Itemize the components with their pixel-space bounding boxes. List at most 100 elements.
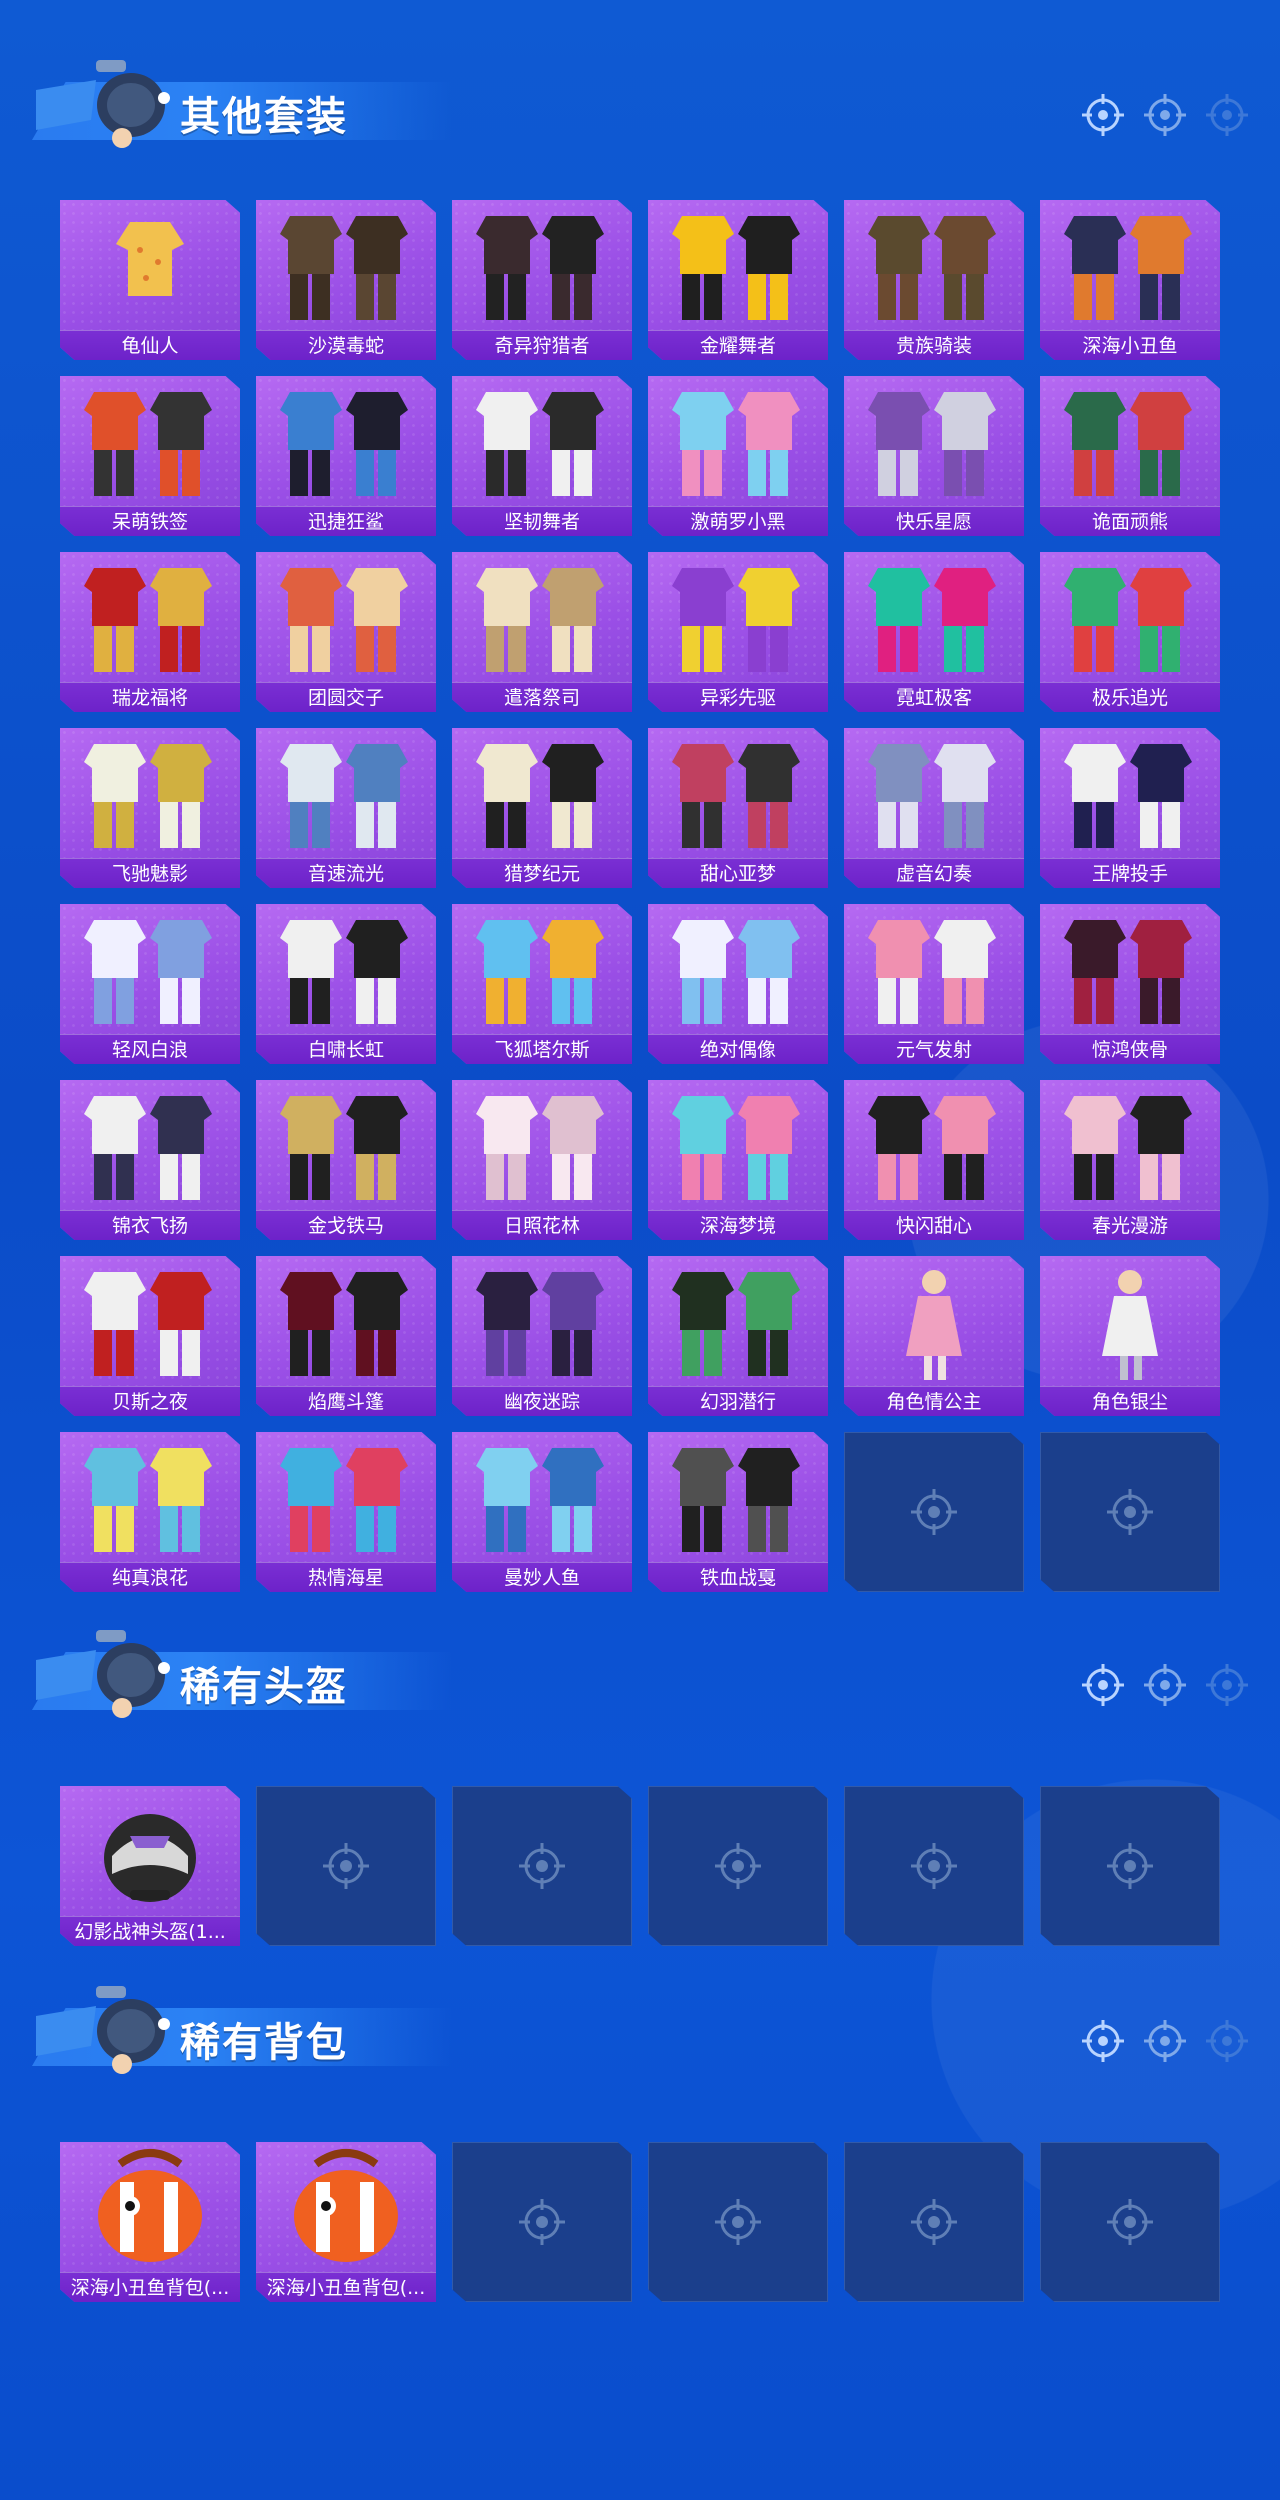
- item-card[interactable]: 猎梦纪元: [452, 728, 632, 888]
- item-art-image: [476, 1096, 604, 1200]
- item-card[interactable]: 金戈铁马: [256, 1080, 436, 1240]
- header-target-icons: [1080, 92, 1250, 138]
- item-card[interactable]: 甜心亚梦: [648, 728, 828, 888]
- crosshair-icon: [323, 1843, 369, 1889]
- item-art-image: [104, 1814, 196, 1902]
- item-label: 飞狐塔尔斯: [452, 1034, 632, 1064]
- item-art-image: [476, 1272, 604, 1376]
- item-card[interactable]: 深海小丑鱼: [1040, 200, 1220, 360]
- crosshair-icon: [1107, 2199, 1153, 2245]
- item-card[interactable]: 热情海星: [256, 1432, 436, 1592]
- item-card[interactable]: 春光漫游: [1040, 1080, 1220, 1240]
- mascot-icon: [36, 1986, 170, 2074]
- item-label: 瑞龙福将: [60, 682, 240, 712]
- item-card[interactable]: 音速流光: [256, 728, 436, 888]
- crosshair-icon: [1107, 1489, 1153, 1535]
- header-target-icons: [1080, 2018, 1250, 2064]
- item-label: 贵族骑装: [844, 330, 1024, 360]
- item-card[interactable]: 贵族骑装: [844, 200, 1024, 360]
- item-card[interactable]: 焰鹰斗篷: [256, 1256, 436, 1416]
- item-card[interactable]: 角色情公主: [844, 1256, 1024, 1416]
- item-label: 快闪甜心: [844, 1210, 1024, 1240]
- item-card[interactable]: 轻风白浪: [60, 904, 240, 1064]
- item-label: 甜心亚梦: [648, 858, 828, 888]
- item-card[interactable]: 惊鸿侠骨: [1040, 904, 1220, 1064]
- item-art-image: [1064, 568, 1192, 672]
- item-card[interactable]: 龟仙人: [60, 200, 240, 360]
- item-label: 诡面顽熊: [1040, 506, 1220, 536]
- item-art-image: [868, 1096, 996, 1200]
- item-card[interactable]: 团圆交子: [256, 552, 436, 712]
- item-art-image: [476, 744, 604, 848]
- item-card[interactable]: 沙漠毒蛇: [256, 200, 436, 360]
- item-card[interactable]: 快乐星愿: [844, 376, 1024, 536]
- item-card[interactable]: 元气发射: [844, 904, 1024, 1064]
- item-art-image: [672, 920, 800, 1024]
- item-card[interactable]: 绝对偶像: [648, 904, 828, 1064]
- item-card[interactable]: 纯真浪花: [60, 1432, 240, 1592]
- item-label: 王牌投手: [1040, 858, 1220, 888]
- item-label: 深海小丑鱼背包(...: [60, 2272, 240, 2302]
- header-target-icons: [1080, 1662, 1250, 1708]
- item-card[interactable]: 幽夜迷踪: [452, 1256, 632, 1416]
- item-art-image: [1064, 744, 1192, 848]
- crosshair-icon: [911, 1843, 957, 1889]
- item-label: 呆萌铁签: [60, 506, 240, 536]
- item-card[interactable]: 角色银尘: [1040, 1256, 1220, 1416]
- item-card[interactable]: 快闪甜心: [844, 1080, 1024, 1240]
- item-card[interactable]: 霓虹极客: [844, 552, 1024, 712]
- item-label: 猎梦纪元: [452, 858, 632, 888]
- item-card[interactable]: 锦衣飞扬: [60, 1080, 240, 1240]
- item-art-image: [1102, 1270, 1158, 1380]
- item-card[interactable]: 飞驰魅影: [60, 728, 240, 888]
- empty-slot: [452, 1786, 632, 1946]
- item-label: 音速流光: [256, 858, 436, 888]
- item-card[interactable]: 深海梦境: [648, 1080, 828, 1240]
- item-card[interactable]: 迅捷狂鲨: [256, 376, 436, 536]
- item-card[interactable]: 金耀舞者: [648, 200, 828, 360]
- item-card[interactable]: 铁血战戛: [648, 1432, 828, 1592]
- item-art-image: [672, 568, 800, 672]
- item-card[interactable]: 瑞龙福将: [60, 552, 240, 712]
- item-card[interactable]: 王牌投手: [1040, 728, 1220, 888]
- item-card[interactable]: 呆萌铁签: [60, 376, 240, 536]
- item-card[interactable]: 诡面顽熊: [1040, 376, 1220, 536]
- item-card[interactable]: 白啸长虹: [256, 904, 436, 1064]
- crosshair-icon: [1144, 1664, 1186, 1706]
- item-card[interactable]: 异彩先驱: [648, 552, 828, 712]
- item-card[interactable]: 曼妙人鱼: [452, 1432, 632, 1592]
- item-card[interactable]: 贝斯之夜: [60, 1256, 240, 1416]
- item-card[interactable]: 极乐追光: [1040, 552, 1220, 712]
- item-card[interactable]: 激萌罗小黑: [648, 376, 828, 536]
- item-label: 金耀舞者: [648, 330, 828, 360]
- item-card[interactable]: 深海小丑鱼背包(...: [256, 2142, 436, 2302]
- item-art-image: [84, 744, 212, 848]
- item-label: 飞驰魅影: [60, 858, 240, 888]
- item-label: 遣落祭司: [452, 682, 632, 712]
- item-card[interactable]: 虚音幻奏: [844, 728, 1024, 888]
- crosshair-icon: [1107, 1843, 1153, 1889]
- item-card[interactable]: 飞狐塔尔斯: [452, 904, 632, 1064]
- item-label: 坚韧舞者: [452, 506, 632, 536]
- crosshair-icon: [1206, 1664, 1248, 1706]
- item-art-image: [476, 392, 604, 496]
- item-label: 轻风白浪: [60, 1034, 240, 1064]
- item-card[interactable]: 深海小丑鱼背包(...: [60, 2142, 240, 2302]
- item-label: 深海梦境: [648, 1210, 828, 1240]
- empty-slot: [844, 1786, 1024, 1946]
- crosshair-icon: [1206, 94, 1248, 136]
- empty-slot: [1040, 2142, 1220, 2302]
- item-card[interactable]: 幻羽潜行: [648, 1256, 828, 1416]
- item-art-image: [280, 568, 408, 672]
- item-art-image: [868, 216, 996, 320]
- item-art-image: [868, 744, 996, 848]
- item-card[interactable]: 坚韧舞者: [452, 376, 632, 536]
- item-art-image: [476, 216, 604, 320]
- item-label: 团圆交子: [256, 682, 436, 712]
- item-card[interactable]: 日照花林: [452, 1080, 632, 1240]
- item-card[interactable]: 遣落祭司: [452, 552, 632, 712]
- item-label: 白啸长虹: [256, 1034, 436, 1064]
- item-card[interactable]: 奇异狩猎者: [452, 200, 632, 360]
- empty-slot: [1040, 1786, 1220, 1946]
- item-card[interactable]: 幻影战神头盔(1...: [60, 1786, 240, 1946]
